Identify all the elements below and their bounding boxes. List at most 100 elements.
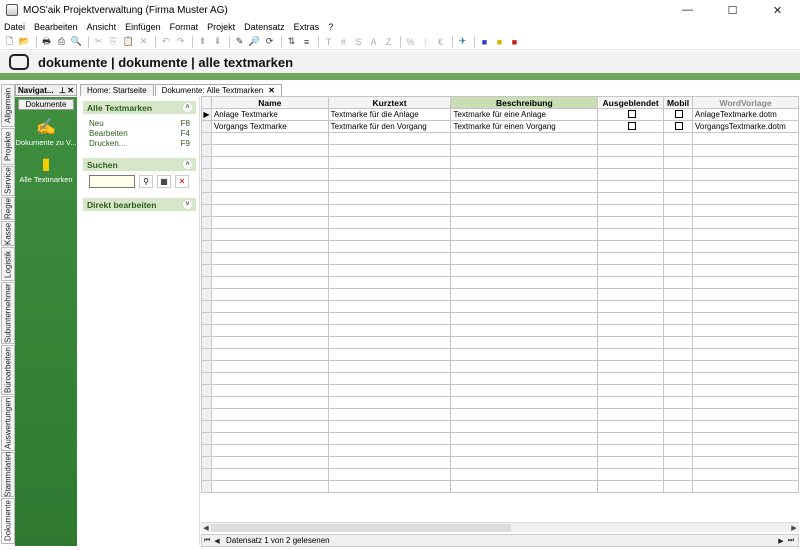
new-document-icon[interactable]: 🗋 <box>3 36 16 48</box>
section-header-alle-textmarken[interactable]: Alle Textmarken ˄ <box>83 101 196 114</box>
vtab-regie[interactable]: Regie <box>1 197 15 220</box>
maximize-button[interactable]: ☐ <box>710 0 755 20</box>
search-options-icon[interactable]: ▦ <box>157 175 171 188</box>
task-item-neu[interactable]: Neu F8 <box>89 118 190 128</box>
last-record-icon[interactable]: ⏭ <box>786 535 796 546</box>
vtab-allgemein[interactable]: Allgemein <box>1 84 15 127</box>
column-header-ausgeblendet[interactable]: Ausgeblendet <box>597 96 665 109</box>
user-yellow-icon[interactable]: ■ <box>493 36 506 48</box>
user-red-icon[interactable]: ■ <box>508 36 521 48</box>
menu-datensatz[interactable]: Datensatz <box>244 22 285 32</box>
open-folder-icon[interactable]: 📂 <box>18 36 31 48</box>
cell-name[interactable]: Anlage Textmarke <box>210 108 329 121</box>
minimize-button[interactable]: — <box>665 0 710 20</box>
copy-icon[interactable]: ⎘ <box>107 36 120 48</box>
print-preview-icon[interactable]: ⎙ <box>55 36 68 48</box>
tab-home[interactable]: Home: Startseite <box>80 84 154 96</box>
tab-dokumente-textmarken[interactable]: Dokumente: Alle Textmarken ✕ <box>154 84 282 96</box>
percent-icon[interactable]: % <box>404 36 417 48</box>
preview-icon[interactable]: 🔍 <box>70 36 83 48</box>
vtab-dokumente[interactable]: Dokumente <box>1 498 15 544</box>
paste-icon[interactable]: 📋 <box>122 36 135 48</box>
cell-beschreibung[interactable]: Textmarke für einen Vorgang <box>450 120 599 133</box>
refresh-icon[interactable]: ⟳ <box>263 36 276 48</box>
column-header-kurztext[interactable]: Kurztext <box>327 96 452 109</box>
menu-ansicht[interactable]: Ansicht <box>87 22 117 32</box>
map-icon[interactable]: ✈ <box>456 36 469 48</box>
vtab-projekte[interactable]: Projekte <box>1 128 15 165</box>
vtab-service[interactable]: Service <box>1 166 15 196</box>
pin-icon[interactable]: ⊥ <box>59 86 66 95</box>
menu-einfuegen[interactable]: Einfügen <box>125 22 161 32</box>
cell-name[interactable]: Vorgangs Textmarke <box>210 120 329 133</box>
vtab-subunternehmer[interactable]: Subunternehmer <box>1 282 15 344</box>
collapse-icon[interactable]: ˄ <box>183 103 192 112</box>
undo-icon[interactable]: ↶ <box>159 36 172 48</box>
first-record-icon[interactable]: ⏮ <box>202 535 212 546</box>
table-row[interactable]: ▶ Anlage Textmarke Textmarke für die Anl… <box>201 108 799 121</box>
section-header-suchen[interactable]: Suchen ˄ <box>83 158 196 171</box>
edit-pen-icon[interactable]: ✎ <box>233 36 246 48</box>
cell-kurztext[interactable]: Textmarke für den Vorgang <box>327 120 452 133</box>
navigator-tab-dokumente[interactable]: Dokumente <box>18 99 74 110</box>
search-icon[interactable]: 🔎 <box>248 36 261 48</box>
up-icon[interactable]: ⬆ <box>196 36 209 48</box>
z-icon[interactable]: Z <box>382 36 395 48</box>
hash-icon[interactable]: # <box>337 36 350 48</box>
a-icon[interactable]: A <box>367 36 380 48</box>
column-header-name[interactable]: Name <box>210 96 329 109</box>
scroll-right-icon[interactable]: ▶ <box>789 523 799 533</box>
search-filter-icon[interactable]: ⚲ <box>139 175 153 188</box>
column-header-beschreibung[interactable]: Beschreibung <box>450 96 599 109</box>
next-record-icon[interactable]: ▶ <box>776 535 786 546</box>
checkbox-mobil[interactable] <box>675 109 684 118</box>
checkbox-mobil[interactable] <box>675 121 684 130</box>
sort-icon[interactable]: ⇅ <box>285 36 298 48</box>
table-row[interactable]: Vorgangs Textmarke Textmarke für den Vor… <box>201 120 799 133</box>
cell-beschreibung[interactable]: Textmarke für eine Anlage <box>450 108 599 121</box>
cell-kurztext[interactable]: Textmarke für die Anlage <box>327 108 452 121</box>
horizontal-scrollbar[interactable]: ◀ ▶ <box>201 522 799 532</box>
cut-icon[interactable]: ✂ <box>92 36 105 48</box>
euro-icon[interactable]: € <box>434 36 447 48</box>
close-button[interactable]: ✕ <box>755 0 800 20</box>
tab-close-icon[interactable]: ✕ <box>268 86 275 95</box>
print-icon[interactable]: 🖶 <box>40 36 53 48</box>
column-header-mobil[interactable]: Mobil <box>663 96 694 109</box>
cell-wordvorlage[interactable]: VorgangsTextmarke.dotm <box>692 120 799 133</box>
menu-extras[interactable]: Extras <box>294 22 320 32</box>
scroll-left-icon[interactable]: ◀ <box>201 523 211 533</box>
menu-help[interactable]: ? <box>328 22 333 32</box>
s-icon[interactable]: S <box>352 36 365 48</box>
search-input[interactable] <box>89 175 135 188</box>
grid-dots-icon[interactable]: ⁞ <box>419 36 432 48</box>
vtab-logistik[interactable]: Logistik <box>1 247 15 281</box>
section-header-direkt-bearbeiten[interactable]: Direkt bearbeiten ˅ <box>83 198 196 211</box>
task-item-drucken[interactable]: Drucken... F9 <box>89 138 190 148</box>
nav-entry-dokumente[interactable]: ✍ Dokumente zu V... <box>15 116 77 147</box>
previous-record-icon[interactable]: ◀ <box>212 535 222 546</box>
menu-datei[interactable]: Datei <box>4 22 25 32</box>
menu-format[interactable]: Format <box>170 22 199 32</box>
down-icon[interactable]: ⬇ <box>211 36 224 48</box>
scrollbar-thumb[interactable] <box>211 524 511 532</box>
column-header-wordvorlage[interactable]: WordVorlage <box>692 96 799 109</box>
vtab-auswertungen[interactable]: Auswertungen <box>1 396 15 451</box>
checkbox-ausgeblendet[interactable] <box>627 109 636 118</box>
checkbox-ausgeblendet[interactable] <box>627 121 636 130</box>
cell-wordvorlage[interactable]: AnlageTextmarke.dotm <box>692 108 799 121</box>
task-item-bearbeiten[interactable]: Bearbeiten F4 <box>89 128 190 138</box>
expand-icon[interactable]: ˅ <box>183 200 192 209</box>
filter-sort-icon[interactable]: ≡ <box>300 36 313 48</box>
vtab-bueroarbeiten[interactable]: Büroarbeiten <box>1 345 15 395</box>
menu-bearbeiten[interactable]: Bearbeiten <box>34 22 78 32</box>
redo-icon[interactable]: ↷ <box>174 36 187 48</box>
collapse-icon[interactable]: ˄ <box>183 160 192 169</box>
user-blue-icon[interactable]: ■ <box>478 36 491 48</box>
text-t-icon[interactable]: T <box>322 36 335 48</box>
menu-projekt[interactable]: Projekt <box>207 22 235 32</box>
vtab-kasse[interactable]: Kasse <box>1 221 15 246</box>
clear-search-icon[interactable]: ✕ <box>175 175 189 188</box>
nav-entry-textmarken[interactable]: ▮ Alle Textmarken <box>15 153 77 184</box>
delete-icon[interactable]: ✕ <box>137 36 150 48</box>
